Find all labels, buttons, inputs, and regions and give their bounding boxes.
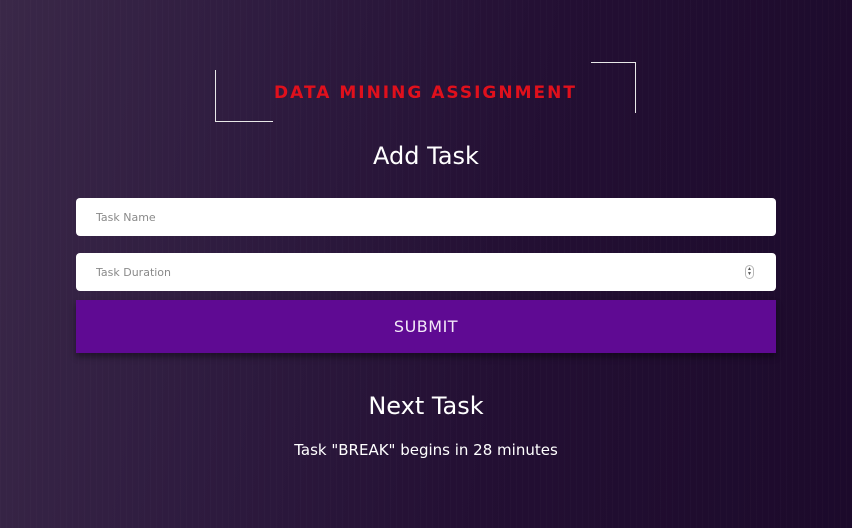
next-task-message: Task "BREAK" begins in 28 minutes — [294, 441, 558, 459]
header-banner: DATA MINING ASSIGNMENT — [215, 62, 636, 122]
banner-title: DATA MINING ASSIGNMENT — [274, 83, 577, 103]
spinner-down-icon[interactable]: ▼ — [747, 272, 752, 277]
number-spinner-icon[interactable]: ▲ ▼ — [745, 265, 754, 279]
add-task-heading: Add Task — [373, 142, 479, 170]
task-duration-field[interactable]: ▲ ▼ — [76, 253, 776, 291]
submit-button[interactable]: SUBMIT — [76, 300, 776, 353]
task-name-input[interactable] — [76, 198, 776, 236]
next-task-heading: Next Task — [368, 392, 484, 420]
task-name-field[interactable] — [76, 198, 776, 236]
task-duration-input[interactable] — [76, 253, 776, 291]
